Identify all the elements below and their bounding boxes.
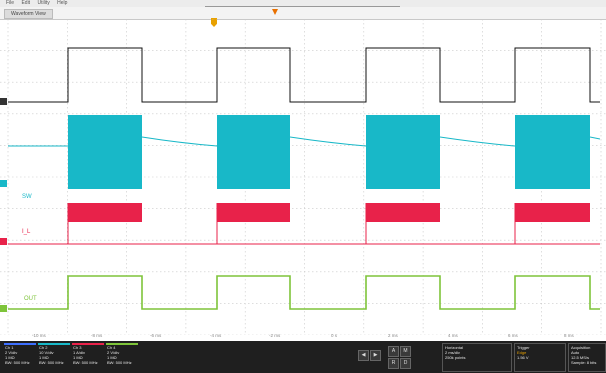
time-label: 4 ms bbox=[448, 333, 458, 338]
trigger-level: 1.56 V bbox=[517, 355, 529, 360]
ch1-bandwidth: BW: 500 MHz bbox=[5, 360, 30, 365]
horizontal-record: 250k points bbox=[445, 355, 466, 360]
ch2-burst bbox=[68, 115, 142, 189]
bus-button[interactable]: D bbox=[400, 358, 411, 369]
time-label: -4 ms bbox=[210, 333, 222, 338]
ch2-trace-label: SW bbox=[22, 194, 32, 200]
ch2-bandwidth: BW: 500 MHz bbox=[39, 360, 64, 365]
waveform-graticule[interactable] bbox=[0, 19, 606, 335]
time-label: 0 s bbox=[331, 333, 338, 338]
ch4-ground-marker bbox=[0, 305, 7, 312]
menu-help[interactable]: Help bbox=[57, 0, 67, 7]
acquisition-settings[interactable]: Acquisition Auto 12.5 MS/s Sample: 8 bit… bbox=[568, 343, 606, 372]
ch2-burst bbox=[366, 115, 440, 189]
ch3-settings-badge[interactable]: Ch 3 1 A/div 1 MΩ BW: 500 MHz bbox=[72, 343, 104, 372]
ch3-trace-label: I_L bbox=[22, 229, 31, 235]
horizontal-settings[interactable]: Horizontal 2 ms/div 250k points bbox=[442, 343, 512, 372]
ch3-ground-marker bbox=[0, 238, 7, 245]
ch4-trace bbox=[8, 275, 600, 310]
ch3-bandwidth: BW: 500 MHz bbox=[73, 360, 98, 365]
time-label: -8 ms bbox=[91, 333, 103, 338]
ch1-ground-marker bbox=[0, 98, 7, 105]
acquisition-sample: Sample: 8 bits bbox=[571, 360, 597, 365]
ch4-bandwidth: BW: 500 MHz bbox=[107, 360, 132, 365]
add-button[interactable]: A bbox=[388, 346, 399, 357]
ch1-settings-badge[interactable]: Ch 1 2 V/div 1 MΩ BW: 500 MHz bbox=[4, 343, 36, 372]
ref-button[interactable]: R bbox=[388, 358, 399, 369]
ch2-burst bbox=[217, 115, 290, 189]
ch1-trace bbox=[8, 47, 600, 103]
ch2-ground-marker bbox=[0, 180, 7, 187]
time-label: 6 ms bbox=[508, 333, 518, 338]
ch3-burst bbox=[68, 203, 142, 222]
ch2-burst bbox=[515, 115, 590, 189]
trigger-settings[interactable]: Trigger Edge 1.56 V bbox=[514, 343, 566, 372]
time-label: 2 ms bbox=[388, 333, 398, 338]
ch4-trace-label: OUT bbox=[24, 296, 37, 302]
menu-file[interactable]: File bbox=[6, 0, 14, 7]
ch3-burst bbox=[217, 203, 290, 222]
time-label: -10 ms bbox=[32, 333, 46, 338]
traces bbox=[0, 47, 601, 312]
menu-utility[interactable]: Utility bbox=[37, 0, 49, 7]
record-overview-timeline[interactable] bbox=[205, 6, 400, 7]
ch3-burst bbox=[366, 203, 440, 222]
next-button[interactable]: ▶ bbox=[370, 350, 381, 361]
menu-edit[interactable]: Edit bbox=[21, 0, 30, 7]
ch4-settings-badge[interactable]: Ch 4 2 V/div 1 MΩ BW: 500 MHz bbox=[106, 343, 138, 372]
time-label: -6 ms bbox=[150, 333, 162, 338]
prev-button[interactable]: ◀ bbox=[358, 350, 369, 361]
ch2-settings-badge[interactable]: Ch 2 10 V/div 1 MΩ BW: 500 MHz bbox=[38, 343, 70, 372]
time-label: 8 ms bbox=[564, 333, 574, 338]
ch3-burst bbox=[515, 203, 590, 222]
tab-waveform-view[interactable]: Waveform View bbox=[4, 9, 53, 19]
time-label: -2 ms bbox=[269, 333, 281, 338]
math-button[interactable]: M bbox=[400, 346, 411, 357]
